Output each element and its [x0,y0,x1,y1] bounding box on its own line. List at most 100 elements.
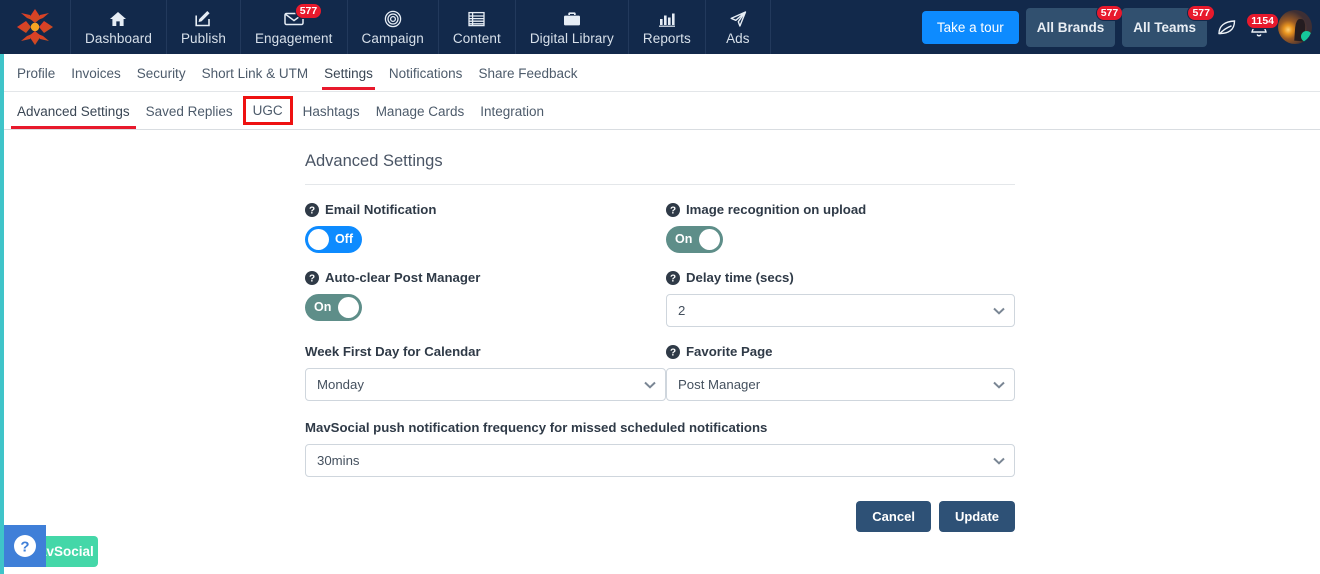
cancel-button[interactable]: Cancel [856,501,931,532]
question-circle-icon[interactable]: ? [305,202,319,217]
navbar-right-actions: Take a tour All Brands 577 All Teams 577… [921,0,1320,54]
select-wrap: Monday [305,368,666,401]
primary-nav: Dashboard Publish 577 Engagement Campaig… [70,0,771,54]
field-label-row: ? Auto-clear Post Manager [305,270,666,285]
select-wrap: Post Manager [666,368,1015,401]
svg-text:?: ? [670,205,676,216]
tab-notifications[interactable]: Notifications [381,56,471,90]
select-wrap: 2 [666,294,1015,327]
tab-short-link-utm[interactable]: Short Link & UTM [194,56,317,90]
tab-settings[interactable]: Settings [316,56,381,90]
main-content: Advanced Settings ? Email Notification O… [0,130,1320,574]
select-push-frequency[interactable]: 30mins [305,444,1015,477]
svg-text:?: ? [20,539,29,556]
online-status-dot [1301,31,1312,42]
bell-badge: 1154 [1246,12,1279,29]
form-actions: Cancel Update [305,501,1015,532]
bar-chart-icon [658,9,676,28]
question-mark-icon: ? [14,535,36,557]
help-button[interactable]: ? [4,525,46,567]
toggle-state-label: Off [334,232,353,246]
top-navbar: Dashboard Publish 577 Engagement Campaig… [0,0,1320,54]
nav-item-digital-library[interactable]: Digital Library [514,0,628,54]
question-circle-icon[interactable]: ? [666,270,680,285]
logo-star-icon [17,9,53,45]
settings-subtabs: Advanced Settings Saved Replies UGC Hash… [0,92,1320,130]
nav-label: Campaign [361,31,424,46]
nav-label: Reports [642,31,691,46]
all-teams-button[interactable]: All Teams 577 [1122,4,1215,47]
subtab-manage-cards[interactable]: Manage Cards [368,94,473,128]
field-label-row: ? Favorite Page [666,344,1015,359]
field-label-row: Week First Day for Calendar [305,344,666,359]
select-delay-time[interactable]: 2 [666,294,1015,327]
question-circle-icon[interactable]: ? [666,344,680,359]
toggle-email-notification[interactable]: Off [305,226,362,253]
subtab-integration[interactable]: Integration [472,94,552,128]
nav-label: Digital Library [529,31,614,46]
tab-invoices[interactable]: Invoices [63,56,129,90]
all-teams-badge: 577 [1187,4,1215,21]
toggle-knob [308,229,329,250]
all-teams-label: All Teams [1133,19,1196,35]
nav-label: Dashboard [85,31,152,46]
field-label-text: Image recognition on upload [686,202,867,217]
nav-label: Publish [180,31,226,46]
home-icon [109,9,127,28]
field-label-row: ? Image recognition on upload [666,202,1015,217]
toggle-knob [699,229,720,250]
svg-text:?: ? [670,347,676,358]
tab-profile[interactable]: Profile [9,56,63,90]
field-image-recognition: ? Image recognition on upload On [666,185,1015,253]
subtab-saved-replies[interactable]: Saved Replies [138,94,241,128]
field-label-text: Auto-clear Post Manager [325,270,481,285]
toggle-auto-clear-post-manager[interactable]: On [305,294,362,321]
list-lines-icon [468,9,485,28]
advanced-settings-panel: Advanced Settings ? Email Notification O… [305,152,1015,532]
nav-item-dashboard[interactable]: Dashboard [70,0,166,54]
leaf-icon[interactable] [1214,17,1240,37]
bell-icon[interactable]: 1154 [1246,12,1279,38]
select-week-first-day[interactable]: Monday [305,368,666,401]
subtab-advanced-settings[interactable]: Advanced Settings [9,94,138,129]
nav-item-reports[interactable]: Reports [627,0,705,54]
field-week-first-day: Week First Day for Calendar Monday [305,327,666,401]
nav-item-campaign[interactable]: Campaign [346,0,438,54]
nav-item-content[interactable]: Content [437,0,515,54]
mavsocial-logo[interactable] [0,0,70,54]
nav-item-ads[interactable]: Ads [704,0,771,54]
nav-label: Engagement [254,31,333,46]
all-brands-label: All Brands [1036,19,1105,35]
question-circle-icon[interactable]: ? [305,270,319,285]
nav-label: Ads [726,31,750,46]
page-title: Advanced Settings [305,152,443,170]
update-button[interactable]: Update [938,501,1015,532]
all-brands-button[interactable]: All Brands 577 [1025,4,1124,47]
take-a-tour-button[interactable]: Take a tour [921,10,1019,44]
subtab-hashtags[interactable]: Hashtags [295,94,368,128]
select-favorite-page[interactable]: Post Manager [666,368,1015,401]
toggle-state-label: On [675,232,693,246]
field-delay-time: ? Delay time (secs) 2 [666,253,1015,327]
tab-security[interactable]: Security [129,56,194,90]
question-circle-icon[interactable]: ? [666,202,680,217]
field-favorite-page: ? Favorite Page Post Manager [666,327,1015,401]
tab-share-feedback[interactable]: Share Feedback [470,56,585,90]
field-label-row: ? Email Notification [305,202,666,217]
field-auto-clear-post-manager: ? Auto-clear Post Manager On [305,253,666,327]
nav-badge: 577 [294,3,323,19]
toggle-state-label: On [314,300,332,314]
toggle-knob [338,297,359,318]
left-accent-strip [0,54,4,574]
field-label-row: MavSocial push notification frequency fo… [305,420,1015,435]
field-label-text: Email Notification [325,202,437,217]
user-avatar[interactable] [1278,10,1312,44]
nav-item-publish[interactable]: Publish [165,0,240,54]
nav-item-engagement[interactable]: 577 Engagement [239,0,347,54]
field-label-row: ? Delay time (secs) [666,270,1015,285]
subtab-ugc[interactable]: UGC [242,96,293,125]
field-label-text: Week First Day for Calendar [305,344,481,359]
all-brands-badge: 577 [1095,4,1124,21]
svg-text:?: ? [670,273,676,284]
toggle-image-recognition[interactable]: On [666,226,723,253]
